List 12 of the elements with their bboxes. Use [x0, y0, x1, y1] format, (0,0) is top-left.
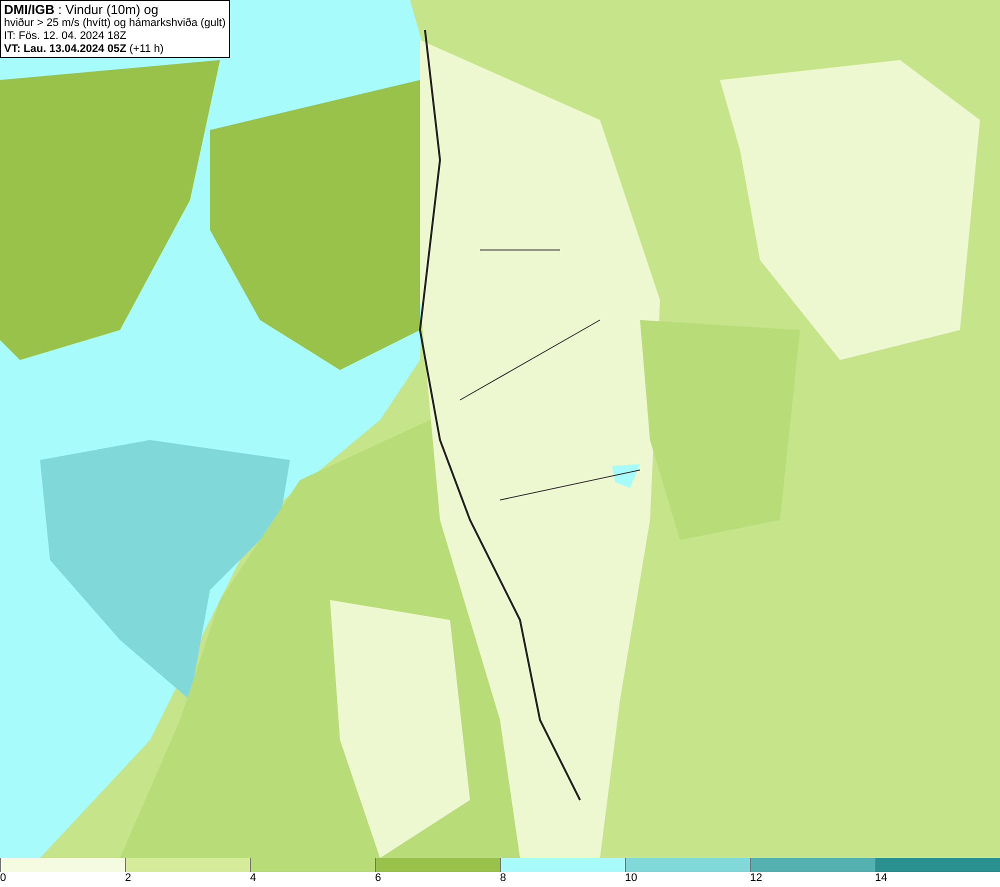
tick-label: 0 — [0, 872, 6, 885]
legend-text: DMI/IGB : Vindur (10m) og — [4, 2, 160, 17]
tick-label: 6 — [375, 872, 382, 885]
tick-label: 10 — [625, 872, 638, 885]
legend-text: hviður > 25 m/s (hvítt) og hámarkshviða (gult) — [4, 17, 226, 30]
legend-text: VT: Lau. 13.04.2024 05Z (+11 h) — [4, 43, 165, 56]
tick-label: 12 — [750, 872, 762, 885]
tick-label: 4 — [250, 872, 256, 885]
legend-text: IT: Fös. 12. 04. 2024 18Z — [4, 30, 128, 43]
tick-label: 14 — [875, 872, 888, 885]
tick-label: 2 — [125, 872, 132, 885]
tick-label: 8 — [500, 872, 506, 885]
